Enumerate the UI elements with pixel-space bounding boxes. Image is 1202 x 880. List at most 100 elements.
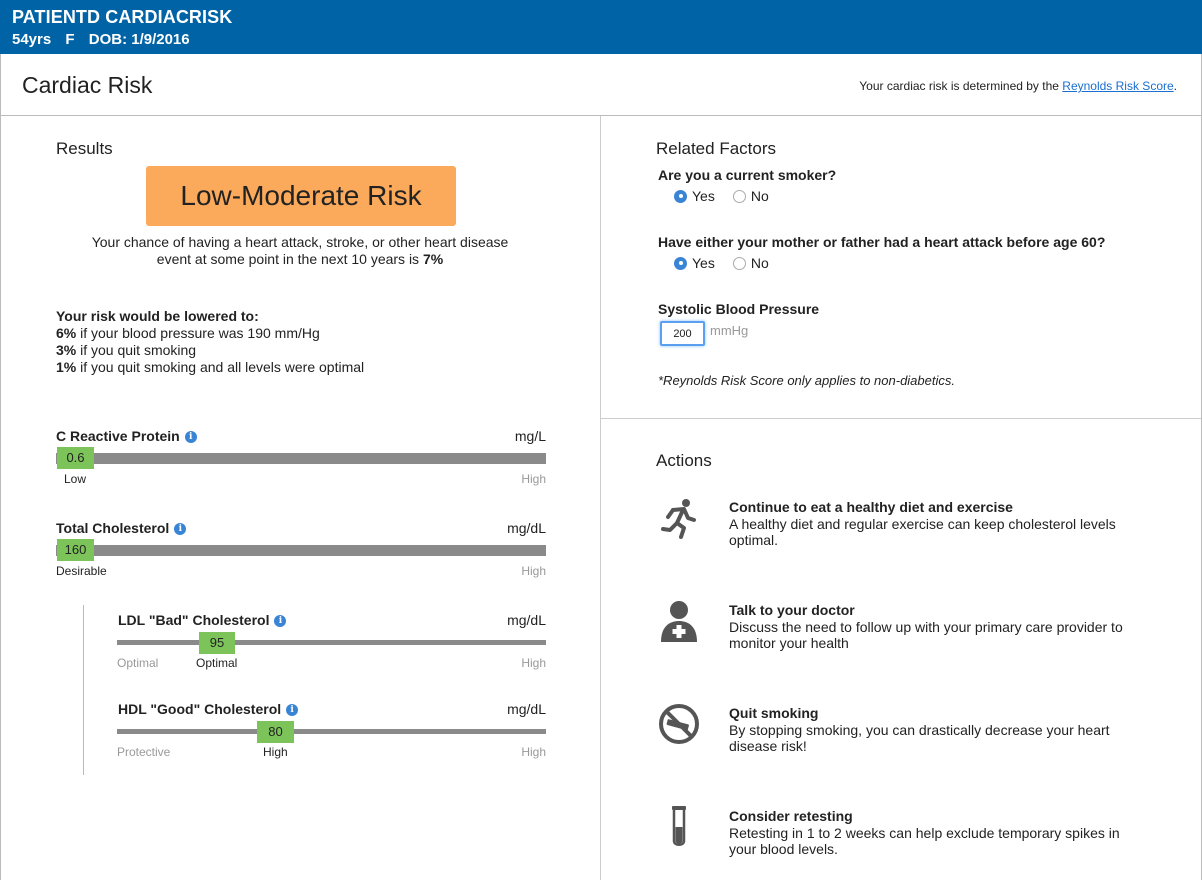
patient-sex: F (65, 31, 75, 48)
page-title: Cardiac Risk (22, 72, 153, 98)
hdl-bar (117, 729, 546, 734)
chance-line-2: event at some point in the next 10 years… (70, 251, 530, 268)
parent-history-no-label: No (750, 255, 769, 271)
total-cholesterol-label: Total Cholesterol i (56, 520, 187, 536)
hdl-left-label: Protective (117, 745, 171, 759)
crp-low-label: Low (64, 472, 87, 486)
chance-value: 7% (422, 251, 444, 267)
action-title: Continue to eat a healthy diet and exerc… (729, 499, 1013, 515)
risk-lowered-list: Your risk would be lowered to: 6% if you… (56, 308, 364, 376)
smoker-no-radio[interactable] (732, 189, 746, 203)
total-cholesterol-bar (56, 545, 546, 556)
blood-pressure-input[interactable] (660, 321, 705, 346)
crp-value-box: 0.6 (57, 447, 94, 469)
related-factors-heading: Related Factors (656, 139, 776, 158)
note-prefix: Your cardiac risk is determined by the (859, 79, 1059, 93)
blood-pressure-unit: mmHg (710, 323, 749, 338)
smoker-no-option[interactable]: No (732, 188, 769, 204)
running-person-icon (661, 499, 696, 539)
parent-history-radio-group: Yes No (674, 255, 787, 271)
smoker-question: Are you a current smoker? (658, 167, 837, 183)
total-cholesterol-value-box: 160 (57, 539, 94, 561)
patient-dob: DOB: 1/9/2016 (88, 31, 190, 48)
patient-demographics: 54yrs F DOB: 1/9/2016 (12, 31, 1190, 48)
risk-lowered-heading: Your risk would be lowered to: (56, 308, 259, 324)
smoker-yes-radio[interactable] (674, 189, 687, 203)
smoker-yes-option[interactable]: Yes (674, 188, 715, 204)
crp-label-text: C Reactive Protein (56, 428, 180, 444)
action-title: Talk to your doctor (729, 602, 855, 618)
list-item: 6% if your blood pressure was 190 mm/Hg (56, 325, 364, 342)
parent-history-yes-label: Yes (692, 255, 715, 271)
column-divider (600, 116, 601, 880)
list-item: 3% if you quit smoking (56, 342, 364, 359)
hdl-high-label: High (521, 745, 546, 759)
lowered-value: 3% (56, 342, 77, 358)
patient-age: 54yrs (12, 31, 52, 48)
actions-heading: Actions (656, 451, 712, 470)
hdl-value-box: 80 (257, 721, 294, 743)
parent-history-yes-option[interactable]: Yes (674, 255, 715, 271)
action-description: Retesting in 1 to 2 weeks can help exclu… (729, 825, 1120, 857)
parent-history-no-option[interactable]: No (732, 255, 769, 271)
risk-score-note: Your cardiac risk is determined by the R… (859, 79, 1177, 93)
note-suffix: . (1173, 79, 1177, 93)
title-bar: Cardiac Risk Your cardiac risk is determ… (0, 54, 1202, 116)
crp-bar (56, 453, 546, 464)
chance-line-1: Your chance of having a heart attack, st… (91, 234, 509, 250)
total-cholesterol-high-label: High (521, 564, 546, 578)
test-tube-icon (672, 806, 686, 846)
patient-header: PATIENTD CARDIACRISK 54yrs F DOB: 1/9/20… (0, 0, 1202, 54)
ldl-unit: mg/dL (507, 612, 546, 628)
lowered-value: 1% (56, 359, 77, 375)
reynolds-risk-score-link[interactable]: Reynolds Risk Score (1062, 79, 1173, 93)
lowered-value: 6% (56, 325, 77, 341)
ldl-label-text: LDL "Bad" Cholesterol (118, 612, 270, 628)
crp-label: C Reactive Protein i (56, 428, 197, 444)
action-title: Quit smoking (729, 705, 819, 721)
lowered-text: if you quit smoking (80, 342, 197, 358)
hdl-label: HDL "Good" Cholesterol i (118, 701, 299, 717)
crp-high-label: High (521, 472, 546, 486)
action-description: A healthy diet and regular exercise can … (729, 516, 1116, 548)
blood-pressure-label: Systolic Blood Pressure (658, 301, 820, 317)
patient-name: PATIENTD CARDIACRISK (12, 7, 233, 27)
ldl-current-label: Optimal (196, 656, 238, 670)
info-icon[interactable]: i (174, 523, 187, 535)
info-icon[interactable]: i (184, 431, 197, 443)
chance-line-2-text: event at some point in the next 10 years… (156, 251, 420, 267)
smoker-no-label: No (750, 188, 769, 204)
parent-history-question: Have either your mother or father had a … (658, 234, 1106, 250)
results-heading: Results (56, 139, 113, 158)
parent-history-no-radio[interactable] (732, 256, 746, 270)
smoker-radio-group: Yes No (674, 188, 787, 204)
action-title: Consider retesting (729, 808, 853, 824)
hdl-label-text: HDL "Good" Cholesterol (118, 701, 282, 717)
action-description: Discuss the need to follow up with your … (729, 619, 1123, 651)
crp-unit: mg/L (514, 428, 546, 444)
total-cholesterol-unit: mg/dL (507, 520, 546, 536)
parent-history-yes-radio[interactable] (674, 256, 687, 270)
ldl-high-label: High (521, 656, 546, 670)
diabetics-disclaimer: *Reynolds Risk Score only applies to non… (658, 373, 955, 388)
doctor-icon (661, 601, 697, 642)
hdl-current-label: High (263, 745, 288, 759)
no-smoking-icon (659, 704, 699, 744)
lowered-text: if your blood pressure was 190 mm/Hg (80, 325, 320, 341)
action-description: By stopping smoking, you can drastically… (729, 722, 1110, 754)
total-cholesterol-label-text: Total Cholesterol (56, 520, 170, 536)
hdl-unit: mg/dL (507, 701, 546, 717)
risk-chance-text: Your chance of having a heart attack, st… (70, 234, 530, 268)
lowered-text: if you quit smoking and all levels were … (80, 359, 365, 375)
risk-level-badge: Low-Moderate Risk (146, 166, 456, 226)
info-icon[interactable]: i (274, 615, 287, 627)
ldl-left-label: Optimal (117, 656, 159, 670)
sub-measure-indent-line (83, 605, 84, 775)
ldl-label: LDL "Bad" Cholesterol i (118, 612, 287, 628)
total-cholesterol-desirable-label: Desirable (56, 564, 107, 578)
list-item: 1% if you quit smoking and all levels we… (56, 359, 364, 376)
info-icon[interactable]: i (286, 704, 299, 716)
ldl-value-box: 95 (199, 632, 235, 654)
ldl-bar (117, 640, 546, 645)
section-divider (600, 418, 1201, 419)
